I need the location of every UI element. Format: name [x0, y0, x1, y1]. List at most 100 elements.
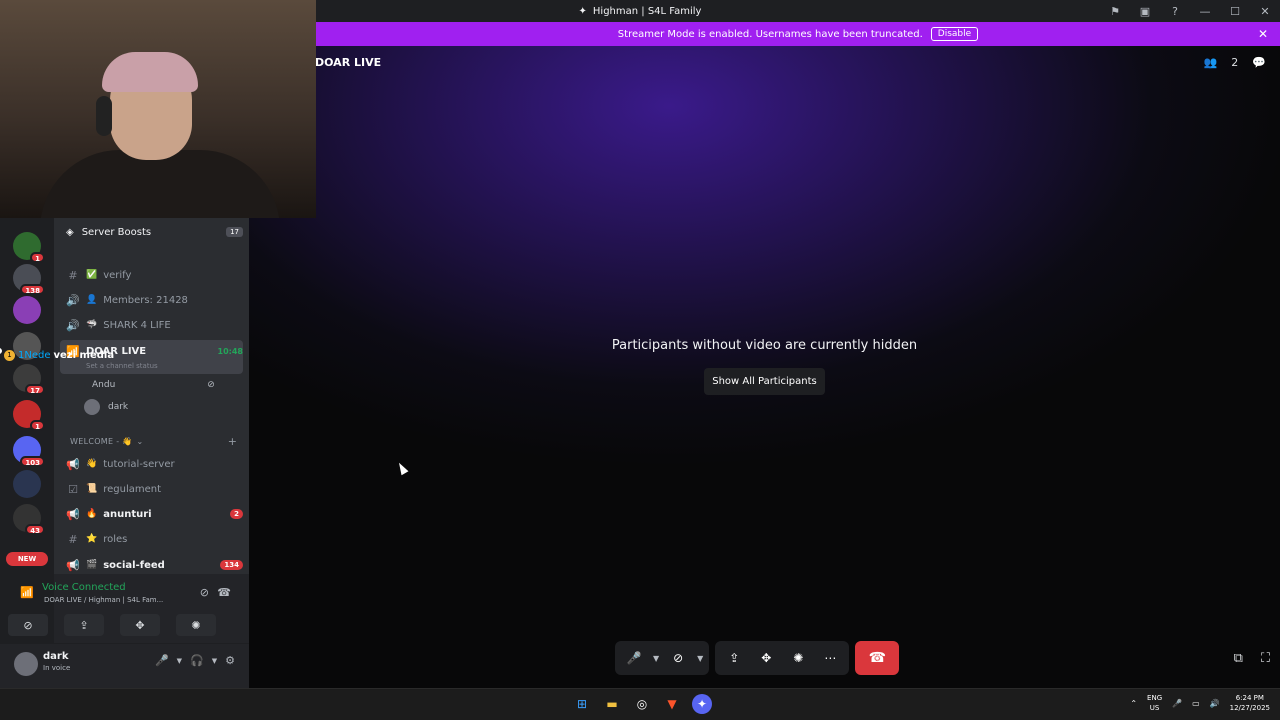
more-options-icon[interactable]: ⋯	[817, 645, 843, 671]
microphone-tray-icon[interactable]: 🎤	[1172, 699, 1182, 708]
activity-control-group: ⇪ ✥ ✺ ⋯	[715, 641, 850, 675]
chevron-down-icon[interactable]: ▼	[653, 654, 659, 663]
disconnect-button[interactable]: ☎	[855, 641, 900, 675]
muted-icon: ⊘	[207, 380, 215, 390]
language-code: ENG	[1147, 694, 1163, 702]
system-tray: ⌃ ENG US 🎤 ▭ 🔊 6:24 PM 12/27/2025	[1130, 693, 1270, 713]
camera-off-icon[interactable]: ⊘	[665, 645, 691, 671]
activities-button[interactable]: ✥	[120, 614, 160, 636]
discord-taskbar-icon[interactable]: ✦	[692, 694, 712, 714]
user-name[interactable]: dark	[43, 651, 69, 662]
noise-suppression-icon[interactable]: ⊘	[200, 586, 209, 599]
signal-icon: 📶	[20, 586, 34, 599]
camera-toggle-button[interactable]: ⊘	[8, 614, 48, 636]
clock[interactable]: 6:24 PM 12/27/2025	[1230, 693, 1270, 713]
app-icon[interactable]: ◎	[632, 694, 652, 714]
popout-icon[interactable]: ⧉	[1234, 651, 1243, 666]
brave-browser-icon[interactable]: ▼	[662, 694, 682, 714]
region-code: US	[1149, 704, 1160, 712]
microphone-icon[interactable]: 🎤	[155, 654, 169, 667]
selected-server-pip	[0, 348, 2, 354]
webcam-person-body	[40, 150, 280, 218]
network-icon[interactable]: ▭	[1192, 699, 1200, 708]
close-window-button[interactable]: ✕	[1250, 5, 1280, 18]
voice-connected-subtitle[interactable]: DOAR LIVE / Highman | S4L Fam...	[44, 596, 163, 604]
server-icon[interactable]: 138	[13, 264, 45, 295]
voice-stage: DOAR LIVE 👥 2 💬 Participants without vid…	[249, 46, 1280, 688]
chevron-down-icon[interactable]: ▼	[177, 657, 182, 665]
announcement-icon: 📢	[66, 558, 80, 572]
server-icon[interactable]: 43	[13, 504, 45, 535]
hidden-participants-message: Participants without video are currently…	[611, 338, 918, 353]
channel-roles[interactable]: # ⭐ roles	[66, 529, 243, 549]
chevron-down-icon[interactable]: ▼	[212, 657, 217, 665]
headphones-icon[interactable]: 🎧	[190, 654, 204, 667]
soundboard-icon[interactable]: ✺	[785, 645, 811, 671]
channel-shark[interactable]: 🔊 🦈 SHARK 4 LIFE	[66, 315, 243, 335]
language-indicator[interactable]: ENG US	[1147, 693, 1162, 713]
channel-name: regulament	[103, 483, 162, 495]
overlay-name-a: 1Nede	[18, 350, 51, 361]
screen-share-icon[interactable]: ⇪	[721, 645, 747, 671]
windows-start-icon[interactable]: ⊞	[572, 694, 592, 714]
channel-members[interactable]: 🔊 👤 Members: 21428	[66, 290, 243, 310]
channel-status-hint[interactable]: Set a channel status	[86, 362, 158, 370]
category-label: WELCOME - 👋	[70, 437, 133, 446]
minimize-button[interactable]: —	[1190, 5, 1220, 18]
streamer-mode-banner: Streamer Mode is enabled. Usernames have…	[316, 22, 1280, 46]
chat-icon[interactable]: 💬	[1252, 56, 1266, 69]
channel-social-feed[interactable]: 📢 🎬 social-feed 134	[66, 555, 243, 575]
voice-user[interactable]: Andu ⊘	[84, 376, 215, 394]
scroll-icon: 📜	[86, 484, 98, 494]
text-channel-icon: #	[68, 532, 78, 546]
wave-icon: 👋	[86, 459, 98, 469]
server-icon[interactable]: 103	[13, 436, 45, 467]
activities-icon[interactable]: ✥	[753, 645, 779, 671]
voice-user[interactable]: dark	[84, 398, 128, 416]
flag-icon[interactable]: ⚑	[1100, 5, 1130, 18]
maximize-button[interactable]: ☐	[1220, 5, 1250, 18]
server-boosts[interactable]: ◈ Server Boosts 17	[66, 224, 243, 240]
participants-icon[interactable]: 👥	[1204, 56, 1218, 69]
channel-name: verify	[103, 269, 132, 281]
disconnect-icon[interactable]: ☎	[217, 586, 231, 599]
channel-anunturi[interactable]: 📢 🔥 anunturi 2	[66, 504, 243, 524]
voice-connected-title[interactable]: Voice Connected	[42, 582, 126, 593]
volume-icon[interactable]: 🔊	[1210, 699, 1220, 708]
person-icon: 👤	[86, 295, 98, 305]
avatar[interactable]	[14, 652, 38, 676]
show-all-participants-button[interactable]: Show All Participants	[704, 368, 825, 395]
app-window: ✦ Highman | S4L Family ⚑ ▣ ? — ☐ ✕ Strea…	[0, 0, 1280, 720]
mouse-cursor	[395, 460, 409, 476]
screen-share-button[interactable]: ⇪	[64, 614, 104, 636]
avatar	[84, 399, 100, 415]
fullscreen-icon[interactable]: ⛶	[1261, 651, 1270, 666]
disable-button[interactable]: Disable	[930, 27, 979, 41]
category-welcome[interactable]: WELCOME - 👋 ⌄	[70, 437, 144, 446]
soundboard-button[interactable]: ✺	[176, 614, 216, 636]
channel-tutorial-server[interactable]: 📢 👋 tutorial-server	[66, 454, 243, 474]
server-icon[interactable]: 17	[13, 364, 45, 395]
gear-icon[interactable]: ⚙	[225, 654, 235, 667]
streamer-overlay: 1 1Nede vezi media	[4, 350, 114, 361]
chevron-down-icon[interactable]: ▼	[697, 654, 703, 663]
file-explorer-icon[interactable]: ▬	[602, 694, 622, 714]
server-icon[interactable]: 1	[13, 232, 45, 263]
help-icon[interactable]: ?	[1160, 5, 1190, 18]
server-icon[interactable]: 1	[13, 400, 45, 431]
microphone-icon[interactable]: 🎤	[621, 645, 647, 671]
boost-icon: ◈	[66, 226, 74, 238]
close-banner-icon[interactable]: ✕	[1258, 27, 1268, 41]
server-icon[interactable]	[13, 470, 41, 498]
chevron-up-icon[interactable]: ⌃	[1130, 699, 1137, 708]
server-boosts-label: Server Boosts	[81, 226, 152, 238]
add-channel-icon[interactable]: +	[228, 435, 237, 448]
mic-control-group: 🎤 ▼ ⊘ ▼	[615, 641, 710, 675]
banner-text: Streamer Mode is enabled. Usernames have…	[617, 28, 923, 40]
channel-verify[interactable]: # ✅ verify	[66, 265, 243, 285]
inbox-icon[interactable]: ▣	[1130, 5, 1160, 18]
new-badge[interactable]: NEW	[6, 552, 48, 566]
server-icon[interactable]	[13, 296, 41, 324]
channel-regulament[interactable]: ☑ 📜 regulament	[66, 479, 243, 499]
windows-taskbar: ⊞ ▬ ◎ ▼ ✦ ⌃ ENG US 🎤 ▭ 🔊 6:24 PM 12/27/2…	[0, 688, 1280, 720]
